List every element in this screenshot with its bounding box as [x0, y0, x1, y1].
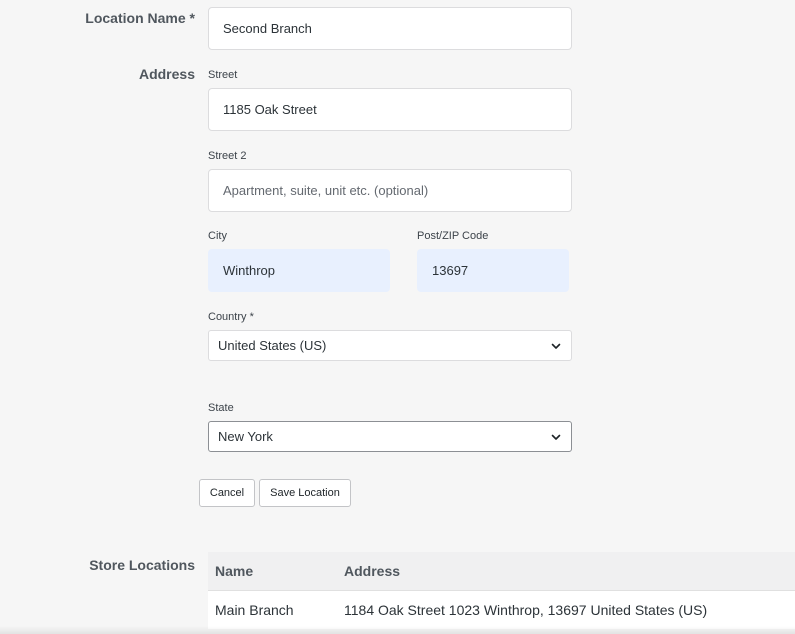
zip-input[interactable] — [417, 249, 569, 292]
country-label: Country * — [208, 311, 254, 323]
location-address-cell: 1184 Oak Street 1023 Winthrop, 13697 Uni… — [344, 602, 708, 618]
street-input[interactable] — [208, 88, 572, 131]
zip-label: Post/ZIP Code — [417, 230, 489, 242]
location-name-cell: Main Branch — [215, 602, 294, 618]
country-select[interactable]: United States (US) — [208, 330, 572, 361]
street2-label: Street 2 — [208, 150, 247, 162]
save-location-button[interactable]: Save Location — [259, 479, 351, 507]
bottom-fade — [0, 626, 795, 634]
column-header-address: Address — [344, 563, 401, 579]
state-label: State — [208, 402, 234, 414]
state-select-value: New York — [218, 429, 273, 444]
street2-input[interactable] — [208, 169, 572, 212]
chevron-down-icon — [551, 434, 561, 440]
street-label: Street — [208, 69, 238, 81]
location-name-input[interactable] — [208, 7, 572, 50]
city-label: City — [208, 230, 227, 242]
cancel-button[interactable]: Cancel — [199, 479, 255, 507]
column-header-name: Name — [215, 563, 254, 579]
state-select[interactable]: New York — [208, 421, 572, 452]
store-locations-label: Store Locations — [89, 557, 195, 573]
address-label: Address — [138, 66, 195, 82]
country-select-value: United States (US) — [218, 338, 327, 353]
chevron-down-icon — [551, 343, 561, 349]
city-input[interactable] — [208, 249, 390, 292]
location-name-label: Location Name * — [85, 10, 195, 26]
table-header: Name Address — [208, 552, 795, 590]
store-locations-table: Name Address Main Branch 1184 Oak Street… — [208, 552, 795, 629]
table-row[interactable]: Main Branch 1184 Oak Street 1023 Winthro… — [208, 590, 795, 629]
